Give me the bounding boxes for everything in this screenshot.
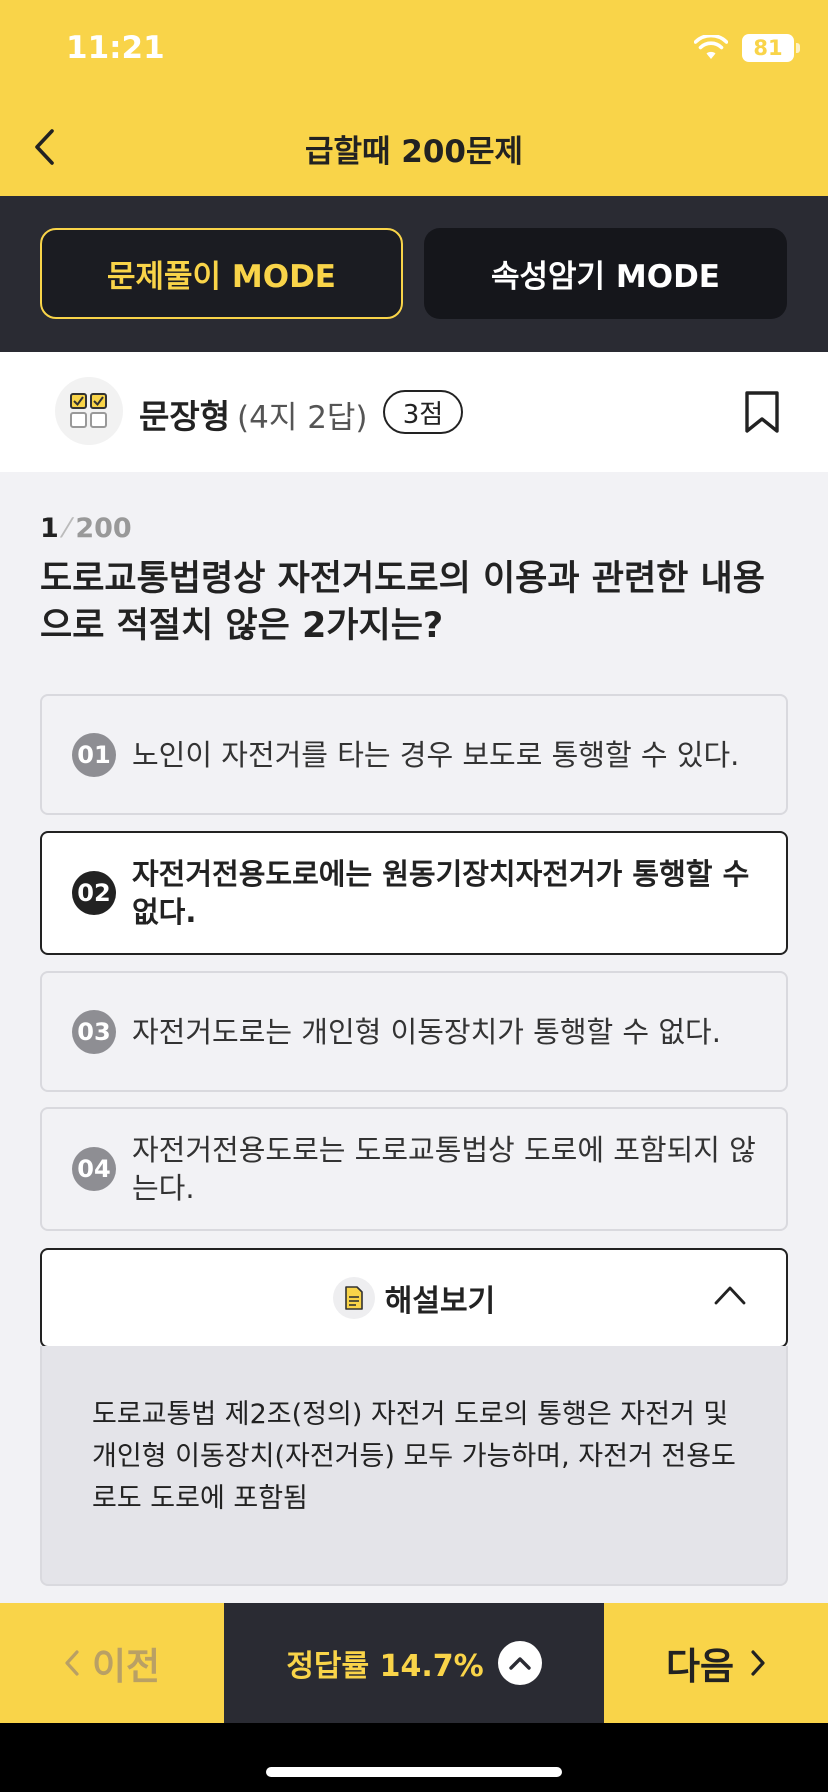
option-text: 노인이 자전거를 타는 경우 보도로 통행할 수 있다. [132,737,740,772]
progress-separator: ⁄ [64,513,70,544]
next-button[interactable]: 다음 [604,1603,828,1723]
explanation-toggle-button[interactable]: 해설보기 [40,1248,788,1348]
option-text: 자전거전용도로에는 원동기장치자전거가 통행할 수 없다. [132,857,750,929]
question-text: 도로교통법령상 자전거도로의 이용과 관련한 내용으로 적절치 않은 2가지는? [40,559,765,646]
accuracy-rate-label: 정답률 14.7% [286,1649,484,1684]
explanation-text: 도로교통법 제2조(정의) 자전거 도로의 통행은 자전거 및 개인형 이동장치… [92,1399,736,1514]
answer-option-3[interactable]: 03 자전거도로는 개인형 이동장치가 통행할 수 없다. [40,971,788,1092]
chevron-left-icon [65,1650,79,1676]
progress-current: 1 [40,513,59,544]
option-text: 자전거전용도로는 도로교통법상 도로에 포함되지 않는다. [132,1133,756,1205]
practice-mode-button[interactable]: 문제풀이 MODE [40,228,403,319]
status-time: 11:21 [66,30,165,66]
option-number: 04 [72,1147,116,1191]
question-type-label: 문장형 [139,397,231,436]
checklist-icon [55,377,123,445]
chevron-right-icon [751,1650,765,1676]
prev-label: 이전 [91,1645,161,1688]
wifi-icon [694,35,728,59]
answer-option-4[interactable]: 04 자전거전용도로는 도로교통법상 도로에 포함되지 않는다. [40,1107,788,1231]
bookmark-icon[interactable] [744,391,780,433]
chevron-up-icon [714,1286,746,1305]
header-bar: 11:21 81 급할때 200문제 [0,0,828,196]
accuracy-rate-toggle[interactable]: 정답률 14.7% [224,1603,604,1723]
option-number: 03 [72,1009,116,1054]
option-number: 01 [72,732,116,777]
question-type-sub: (4지 2답) [237,400,368,436]
answer-option-2[interactable]: 02 자전거전용도로에는 원동기장치자전거가 통행할 수 없다. [40,831,788,955]
mode-selector: 문제풀이 MODE 속성암기 MODE [0,196,828,352]
battery-icon: 81 [742,34,800,62]
progress-total: 200 [75,513,132,544]
explanation-panel: 도로교통법 제2조(정의) 자전거 도로의 통행은 자전거 및 개인형 이동장치… [40,1346,788,1586]
option-text: 자전거도로는 개인형 이동장치가 통행할 수 없다. [132,1014,721,1049]
bottom-nav: 이전 정답률 14.7% 다음 [0,1603,828,1723]
status-icons: 81 [694,34,800,62]
document-icon [332,1277,375,1319]
answer-option-1[interactable]: 01 노인이 자전거를 타는 경우 보도로 통행할 수 있다. [40,694,788,815]
home-indicator[interactable] [266,1767,562,1777]
chevron-up-circle-icon [497,1641,542,1685]
option-number: 02 [72,871,116,915]
home-indicator-area [0,1723,828,1792]
points-badge: 3점 [383,390,463,434]
question-type-bar: 문장형 (4지 2답) 3점 [0,352,828,472]
prev-button[interactable]: 이전 [0,1603,224,1723]
question-progress: 1 ⁄ 200 [40,513,132,544]
next-label: 다음 [665,1645,735,1688]
explanation-label: 해설보기 [384,1284,496,1319]
memorize-mode-button[interactable]: 속성암기 MODE [424,228,787,319]
page-title: 급할때 200문제 [304,134,524,170]
